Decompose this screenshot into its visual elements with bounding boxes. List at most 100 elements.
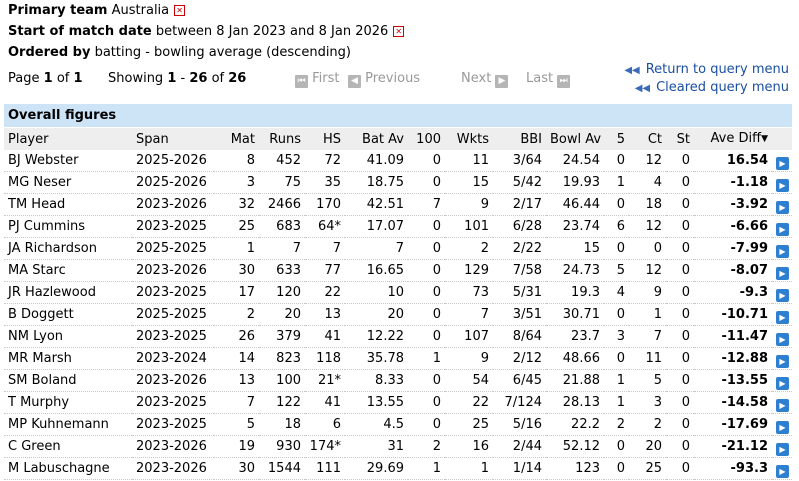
row-play-icon[interactable]: ▶ xyxy=(776,355,789,368)
row-play-icon[interactable]: ▶ xyxy=(776,201,789,214)
cell-bbi: 8/64 xyxy=(493,325,546,348)
cell-span: 2025-2025 xyxy=(132,303,214,326)
cell-player[interactable]: TM Head xyxy=(4,193,132,216)
cell-link: ▶ xyxy=(772,259,792,282)
column-header-st[interactable]: St xyxy=(666,128,694,150)
cell-hs: 21* xyxy=(305,369,345,392)
cell-five-wkts: 1 xyxy=(604,171,629,194)
row-play-icon[interactable]: ▶ xyxy=(776,465,789,478)
column-header-label: Runs xyxy=(269,131,301,147)
row-play-icon[interactable]: ▶ xyxy=(776,399,789,412)
cell-st: 0 xyxy=(666,391,694,414)
row-play-icon[interactable]: ▶ xyxy=(776,333,789,346)
column-header-ct[interactable]: Ct xyxy=(629,128,666,150)
column-header-label: Ct xyxy=(647,131,662,147)
cell-ave-diff: -8.07 xyxy=(694,259,772,282)
cell-player[interactable]: MA Starc xyxy=(4,259,132,282)
row-play-icon[interactable]: ▶ xyxy=(776,377,789,390)
cell-wkts: 11 xyxy=(445,150,493,172)
remove-filter-icon[interactable]: ✕ xyxy=(393,26,405,37)
next-page-icon: ▶ xyxy=(495,75,509,88)
row-play-icon[interactable]: ▶ xyxy=(776,245,789,258)
cell-player[interactable]: PJ Cummins xyxy=(4,215,132,238)
cell-player[interactable]: T Murphy xyxy=(4,391,132,414)
cell-bat-av: 35.78 xyxy=(345,347,408,370)
return-query-menu-link[interactable]: ◀◀ Return to query menu xyxy=(624,61,789,79)
cell-runs: 633 xyxy=(259,259,305,282)
first-page-button[interactable]: ⏮ First xyxy=(295,69,340,89)
cell-link: ▶ xyxy=(772,435,792,458)
cell-runs: 122 xyxy=(259,391,305,414)
column-header-bowl-av[interactable]: Bowl Av xyxy=(546,128,604,150)
cell-span: 2023-2026 xyxy=(132,193,214,216)
cell-hs: 77 xyxy=(305,259,345,282)
cell-player[interactable]: M Labuschagne xyxy=(4,457,132,480)
column-header-bat-av[interactable]: Bat Av xyxy=(345,128,408,150)
cell-st: 0 xyxy=(666,303,694,326)
cell-ave-diff: -14.58 xyxy=(694,391,772,414)
column-header-player[interactable]: Player xyxy=(4,128,132,150)
row-play-icon[interactable]: ▶ xyxy=(776,421,789,434)
cell-mat: 30 xyxy=(214,259,259,282)
table-row: MA Starc 2023-2026 30 633 77 16.65 0 129 7/58 24.… xyxy=(4,259,792,282)
cell-bowl-av: 19.3 xyxy=(546,281,604,304)
row-play-icon[interactable]: ▶ xyxy=(776,267,789,280)
column-header-label: Span xyxy=(136,131,169,147)
column-header-five-wkts[interactable]: 5 xyxy=(604,128,629,150)
last-page-button[interactable]: Last ⏭ xyxy=(526,69,571,89)
cell-five-wkts: 0 xyxy=(604,193,629,216)
table-row: NM Lyon 2023-2025 26 379 41 12.22 0 107 8/64 23.7… xyxy=(4,325,792,348)
cell-ct: 5 xyxy=(629,369,666,392)
cleared-query-menu-link[interactable]: ◀◀ Cleared query menu xyxy=(624,79,789,97)
cell-player[interactable]: JR Hazlewood xyxy=(4,281,132,304)
cell-player[interactable]: B Doggett xyxy=(4,303,132,326)
column-header-mat[interactable]: Mat xyxy=(214,128,259,150)
column-header-hs[interactable]: HS xyxy=(305,128,345,150)
column-header-ave-diff[interactable]: Ave Diff▼ xyxy=(694,128,772,150)
cell-link: ▶ xyxy=(772,281,792,304)
query-menu-links: ◀◀ Return to query menu ◀◀ Cleared query m… xyxy=(624,61,789,97)
cell-bbi: 6/28 xyxy=(493,215,546,238)
cell-span: 2023-2025 xyxy=(132,391,214,414)
cell-bat-av: 17.07 xyxy=(345,215,408,238)
row-play-icon[interactable]: ▶ xyxy=(776,443,789,456)
results-table: Player Span Mat Runs HS Bat Av 100 Wkts BBI Bowl … xyxy=(4,128,792,480)
row-play-icon[interactable]: ▶ xyxy=(776,289,789,302)
cell-hundreds: 0 xyxy=(408,237,445,260)
cell-player[interactable]: MP Kuhnemann xyxy=(4,413,132,436)
cell-hs: 7 xyxy=(305,237,345,260)
cell-five-wkts: 0 xyxy=(604,150,629,172)
column-header-span[interactable]: Span xyxy=(132,128,214,150)
cell-player[interactable]: MR Marsh xyxy=(4,347,132,370)
cell-bat-av: 29.69 xyxy=(345,457,408,480)
cell-hs: 111 xyxy=(305,457,345,480)
previous-page-icon: ◀ xyxy=(348,75,361,88)
row-play-icon[interactable]: ▶ xyxy=(776,223,789,236)
column-header-runs[interactable]: Runs xyxy=(259,128,305,150)
row-play-icon[interactable]: ▶ xyxy=(776,179,789,192)
cell-wkts: 16 xyxy=(445,435,493,458)
remove-filter-icon[interactable]: ✕ xyxy=(174,5,186,16)
table-row: MP Kuhnemann 2023-2025 5 18 6 4.5 0 25 5/16 22.2 2… xyxy=(4,413,792,436)
cell-player[interactable]: MG Neser xyxy=(4,171,132,194)
row-play-icon[interactable]: ▶ xyxy=(776,157,789,170)
cell-st: 0 xyxy=(666,413,694,436)
previous-page-button[interactable]: ◀ Previous xyxy=(348,69,420,89)
cell-bat-av: 13.55 xyxy=(345,391,408,414)
cell-span: 2023-2024 xyxy=(132,347,214,370)
table-row: MG Neser 2025-2026 3 75 35 18.75 0 15 5/42 19.93 1… xyxy=(4,171,792,194)
cell-player[interactable]: C Green xyxy=(4,435,132,458)
cell-hs: 72 xyxy=(305,150,345,172)
column-header-hundreds[interactable]: 100 xyxy=(408,128,445,150)
next-page-button[interactable]: Next ▶ xyxy=(461,69,509,89)
column-header-bbi[interactable]: BBI xyxy=(493,128,546,150)
column-header-wkts[interactable]: Wkts xyxy=(445,128,493,150)
cell-player[interactable]: NM Lyon xyxy=(4,325,132,348)
cell-player[interactable]: SM Boland xyxy=(4,369,132,392)
cell-ave-diff: -11.47 xyxy=(694,325,772,348)
table-row: T Murphy 2023-2025 7 122 41 13.55 0 22 7/124 28.1… xyxy=(4,391,792,414)
cell-player[interactable]: BJ Webster xyxy=(4,150,132,172)
row-play-icon[interactable]: ▶ xyxy=(776,311,789,324)
cell-player[interactable]: JA Richardson xyxy=(4,237,132,260)
cell-bbi: 2/44 xyxy=(493,435,546,458)
